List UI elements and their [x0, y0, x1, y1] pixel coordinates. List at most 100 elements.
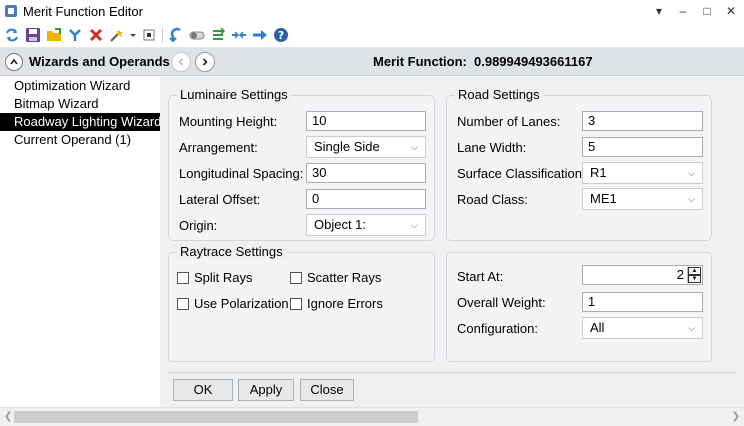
- longitudinal-spacing-input[interactable]: 30: [306, 163, 426, 183]
- surface-classification-select[interactable]: R1 ⌵: [582, 162, 703, 184]
- collapse-wizards-button[interactable]: [5, 53, 23, 71]
- road-class-value: ME1: [590, 191, 617, 206]
- insert-icon[interactable]: [66, 26, 84, 44]
- wizard-list-item-roadway-lighting[interactable]: Roadway Lighting Wizard: [0, 113, 161, 131]
- origin-label: Origin:: [179, 218, 218, 233]
- delete-icon[interactable]: [87, 26, 105, 44]
- scatter-rays-checkbox[interactable]: [290, 271, 302, 284]
- configuration-label: Configuration:: [457, 321, 538, 336]
- lane-width-label: Lane Width:: [457, 140, 527, 155]
- luminaire-settings-group: Luminaire Settings Mounting Height: 10 A…: [168, 87, 435, 241]
- close-window-button[interactable]: ✕: [724, 4, 738, 18]
- svg-text:?: ?: [278, 29, 284, 42]
- road-settings-group: Road Settings Number of Lanes: 3 Lane Wi…: [446, 87, 712, 241]
- toolbar: ?: [0, 22, 744, 48]
- chevron-down-icon: ⌵: [688, 168, 695, 178]
- overall-weight-input[interactable]: 1: [582, 292, 703, 312]
- longitudinal-spacing-label: Longitudinal Spacing:: [179, 166, 304, 181]
- split-rays-label: Split Rays: [194, 270, 253, 285]
- window-title: Merit Function Editor: [23, 3, 143, 19]
- use-polarization-label: Use Polarization: [194, 296, 289, 311]
- close-button[interactable]: Close: [300, 379, 354, 401]
- luminaire-settings-title: Luminaire Settings: [177, 87, 291, 102]
- scrollbar-thumb[interactable]: [14, 411, 418, 423]
- chevron-right-icon: [202, 58, 208, 66]
- road-class-select[interactable]: ME1 ⌵: [582, 188, 703, 210]
- lateral-offset-label: Lateral Offset:: [179, 192, 261, 207]
- scatter-rays-label: Scatter Rays: [307, 270, 382, 285]
- ok-button[interactable]: OK: [173, 379, 233, 401]
- origin-select[interactable]: Object 1: ⌵: [306, 214, 426, 236]
- number-of-lanes-input[interactable]: 3: [582, 111, 703, 131]
- configuration-select[interactable]: All ⌵: [582, 317, 703, 339]
- number-of-lanes-label: Number of Lanes:: [457, 114, 561, 129]
- apply-button[interactable]: Apply: [238, 379, 294, 401]
- chevron-down-icon: ⌵: [411, 142, 418, 152]
- arrangement-select[interactable]: Single Side ⌵: [306, 136, 426, 158]
- use-polarization-option[interactable]: Use Polarization: [177, 296, 289, 311]
- surface-classification-value: R1: [590, 165, 607, 180]
- start-at-value: 2: [676, 267, 684, 282]
- split-rays-option[interactable]: Split Rays: [177, 270, 253, 285]
- refresh-icon[interactable]: [3, 26, 21, 44]
- wizards-header-title: Wizards and Operands: [29, 54, 170, 69]
- raytrace-settings-title: Raytrace Settings: [177, 244, 286, 259]
- app-icon: [5, 5, 17, 17]
- use-polarization-checkbox[interactable]: [177, 297, 189, 310]
- help-icon[interactable]: ?: [272, 26, 290, 44]
- open-icon[interactable]: [45, 26, 63, 44]
- chevron-down-icon: ⌵: [688, 194, 695, 204]
- chevron-up-icon: [10, 58, 18, 65]
- arrangement-label: Arrangement:: [179, 140, 258, 155]
- small-square-icon[interactable]: [140, 26, 158, 44]
- wizard-list-item-current-operand[interactable]: Current Operand (1): [0, 131, 160, 149]
- split-rays-checkbox[interactable]: [177, 271, 189, 284]
- dropdown-arrow-icon[interactable]: [129, 26, 137, 44]
- chevron-down-icon: ⌵: [688, 323, 695, 333]
- wizard-list-item-optimization[interactable]: Optimization Wizard: [0, 77, 160, 95]
- scroll-left-icon[interactable]: ❮: [4, 411, 12, 422]
- collapse-icon[interactable]: [230, 26, 248, 44]
- road-class-label: Road Class:: [457, 192, 528, 207]
- chevron-down-icon: ⌵: [411, 220, 418, 230]
- road-settings-title: Road Settings: [455, 87, 543, 102]
- operand-options-group: Start At: 2 ▲ ▼ Overall Weight: 1 Config…: [446, 252, 712, 362]
- maximize-button[interactable]: □: [700, 4, 714, 18]
- sort-icon[interactable]: [209, 26, 227, 44]
- ignore-errors-option[interactable]: Ignore Errors: [290, 296, 383, 311]
- toggle-icon[interactable]: [188, 26, 206, 44]
- merit-function-label: Merit Function:: [373, 54, 467, 69]
- start-at-spinner[interactable]: 2 ▲ ▼: [582, 265, 703, 285]
- ignore-errors-checkbox[interactable]: [290, 297, 302, 310]
- spin-down-icon[interactable]: ▼: [688, 275, 701, 283]
- lane-width-input[interactable]: 5: [582, 137, 703, 157]
- arrangement-value: Single Side: [314, 139, 380, 154]
- forward-button[interactable]: [195, 52, 215, 72]
- undo-icon[interactable]: [167, 26, 185, 44]
- ignore-errors-label: Ignore Errors: [307, 296, 383, 311]
- mounting-height-label: Mounting Height:: [179, 114, 278, 129]
- wizard-list: Optimization Wizard Bitmap Wizard Roadwa…: [0, 77, 161, 407]
- wizard-icon[interactable]: [108, 26, 126, 44]
- mounting-height-input[interactable]: 10: [306, 111, 426, 131]
- window-menu-button[interactable]: ▾: [652, 4, 666, 18]
- toolbar-separator: [162, 26, 163, 43]
- roadway-wizard-panel: Luminaire Settings Mounting Height: 10 A…: [160, 77, 744, 407]
- overall-weight-label: Overall Weight:: [457, 295, 546, 310]
- lateral-offset-input[interactable]: 0: [306, 189, 426, 209]
- save-icon[interactable]: [24, 26, 42, 44]
- editor-header: Wizards and Operands Merit Function: 0.9…: [0, 48, 744, 76]
- horizontal-scrollbar[interactable]: ❮ ❯: [0, 407, 744, 426]
- scroll-right-icon[interactable]: ❯: [732, 411, 740, 422]
- spin-up-icon[interactable]: ▲: [688, 267, 701, 275]
- origin-value: Object 1:: [314, 217, 367, 232]
- configuration-value: All: [590, 320, 605, 335]
- minimize-button[interactable]: –: [676, 4, 690, 18]
- scatter-rays-option[interactable]: Scatter Rays: [290, 270, 381, 285]
- back-button[interactable]: [171, 52, 191, 72]
- arrow-right-icon[interactable]: [251, 26, 269, 44]
- wizard-list-item-bitmap[interactable]: Bitmap Wizard: [0, 95, 160, 113]
- button-divider: [168, 372, 736, 373]
- chevron-left-icon: [178, 58, 184, 66]
- raytrace-settings-group: Raytrace Settings Split Rays Scatter Ray…: [168, 244, 435, 362]
